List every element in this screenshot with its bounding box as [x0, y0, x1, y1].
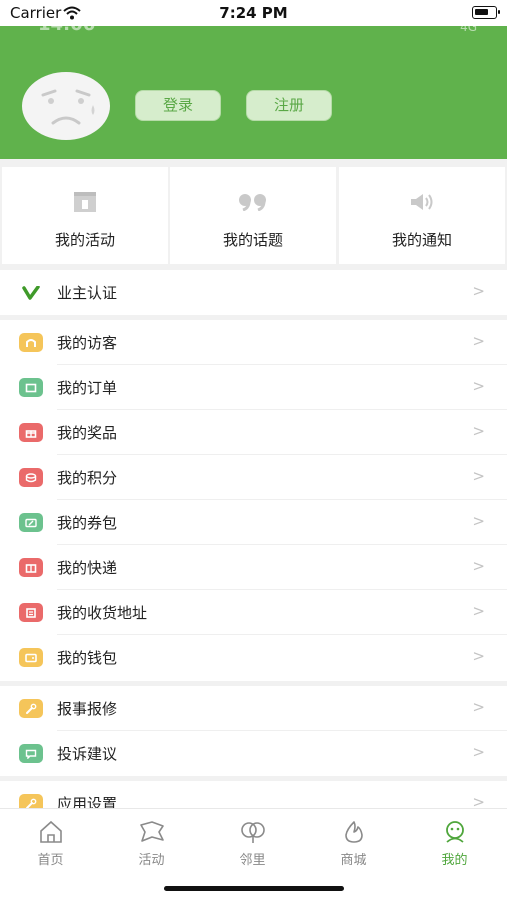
tab-mall[interactable]: 商城 [303, 819, 404, 868]
tab-label: 首页 [37, 853, 64, 868]
my-address-row[interactable]: 我的收货地址 > [0, 590, 507, 635]
status-time: 7:24 PM [219, 4, 288, 22]
menu-group-mine: 我的访客 > 我的订单 > 我的奖品 > 我的积分 > 我的券包 > 我的快递 … [0, 320, 507, 681]
parcel-icon [19, 558, 43, 577]
register-button[interactable]: 注册 [246, 90, 332, 121]
home-indicator [164, 886, 344, 891]
owner-verify-row[interactable]: 业主认证 > [0, 270, 507, 315]
visitor-icon [19, 333, 43, 352]
speaker-icon [339, 189, 505, 215]
address-icon [19, 603, 43, 622]
chevron-right-icon: > [472, 332, 485, 350]
chevron-right-icon: > [472, 467, 485, 485]
neighbors-icon [202, 819, 303, 845]
profile-header: 14:06 4G 登录 注册 [0, 26, 507, 159]
my-prizes-row[interactable]: 我的奖品 > [0, 410, 507, 455]
chevron-right-icon: > [472, 743, 485, 761]
chevron-right-icon: > [472, 647, 485, 665]
chevron-right-icon: > [472, 377, 485, 395]
wrench-icon [19, 699, 43, 718]
tab-home[interactable]: 首页 [0, 819, 101, 868]
calendar-icon [2, 189, 168, 215]
tab-label: 我的 [441, 853, 468, 868]
menu-group-service: 报事报修 > 投诉建议 > [0, 686, 507, 776]
row-label: 我的订单 [57, 379, 118, 397]
chevron-right-icon: > [472, 698, 485, 716]
chat-icon [19, 744, 43, 763]
v-badge-icon [19, 283, 43, 302]
mall-icon [303, 819, 404, 845]
quick-actions: 我的活动 我的话题 我的通知 [0, 159, 507, 270]
my-visitors-row[interactable]: 我的访客 > [0, 320, 507, 365]
chevron-right-icon: > [472, 512, 485, 530]
gift-icon [19, 423, 43, 442]
battery-icon [472, 6, 500, 19]
my-topics-button[interactable]: 我的话题 [170, 167, 336, 264]
row-label: 我的积分 [57, 469, 118, 487]
status-bar: Carrier 7:24 PM [0, 0, 507, 26]
points-icon [19, 468, 43, 487]
my-activities-button[interactable]: 我的活动 [2, 167, 168, 264]
tab-label: 活动 [138, 853, 165, 868]
my-points-row[interactable]: 我的积分 > [0, 455, 507, 500]
order-icon [19, 378, 43, 397]
row-label: 我的钱包 [57, 649, 118, 667]
chevron-right-icon: > [472, 422, 485, 440]
complaint-row[interactable]: 投诉建议 > [0, 731, 507, 776]
verify-group: 业主认证 > [0, 270, 507, 315]
my-wallet-row[interactable]: 我的钱包 > [0, 635, 507, 680]
tab-mine[interactable]: 我的 [404, 819, 505, 868]
row-label: 我的券包 [57, 514, 118, 532]
mine-icon [404, 819, 505, 845]
repair-report-row[interactable]: 报事报修 > [0, 686, 507, 731]
coupon-icon [19, 513, 43, 532]
quick-label: 我的话题 [222, 231, 283, 249]
my-parcels-row[interactable]: 我的快递 > [0, 545, 507, 590]
row-label: 报事报修 [57, 700, 118, 718]
activity-icon [101, 819, 202, 845]
quote-icon [170, 189, 336, 215]
tab-label: 邻里 [239, 853, 266, 868]
chevron-right-icon: > [472, 282, 485, 300]
avatar[interactable] [21, 71, 111, 141]
quick-label: 我的通知 [391, 231, 452, 249]
my-coupons-row[interactable]: 我的券包 > [0, 500, 507, 545]
tab-neighbors[interactable]: 邻里 [202, 819, 303, 868]
home-icon [0, 819, 101, 845]
my-notifications-button[interactable]: 我的通知 [339, 167, 505, 264]
quick-label: 我的活动 [54, 231, 115, 249]
row-label: 我的访客 [57, 334, 118, 352]
chevron-right-icon: > [472, 602, 485, 620]
wallet-icon [19, 648, 43, 667]
tab-label: 商城 [340, 853, 367, 868]
ghost-time: 14:06 [38, 26, 95, 35]
ghost-network: 4G [460, 26, 477, 34]
chevron-right-icon: > [472, 557, 485, 575]
row-label: 我的快递 [57, 559, 118, 577]
row-label: 我的收货地址 [57, 604, 148, 622]
row-label: 业主认证 [57, 284, 118, 302]
tab-activity[interactable]: 活动 [101, 819, 202, 868]
row-label: 投诉建议 [57, 745, 118, 763]
my-orders-row[interactable]: 我的订单 > [0, 365, 507, 410]
login-button[interactable]: 登录 [135, 90, 221, 121]
row-label: 我的奖品 [57, 424, 118, 442]
